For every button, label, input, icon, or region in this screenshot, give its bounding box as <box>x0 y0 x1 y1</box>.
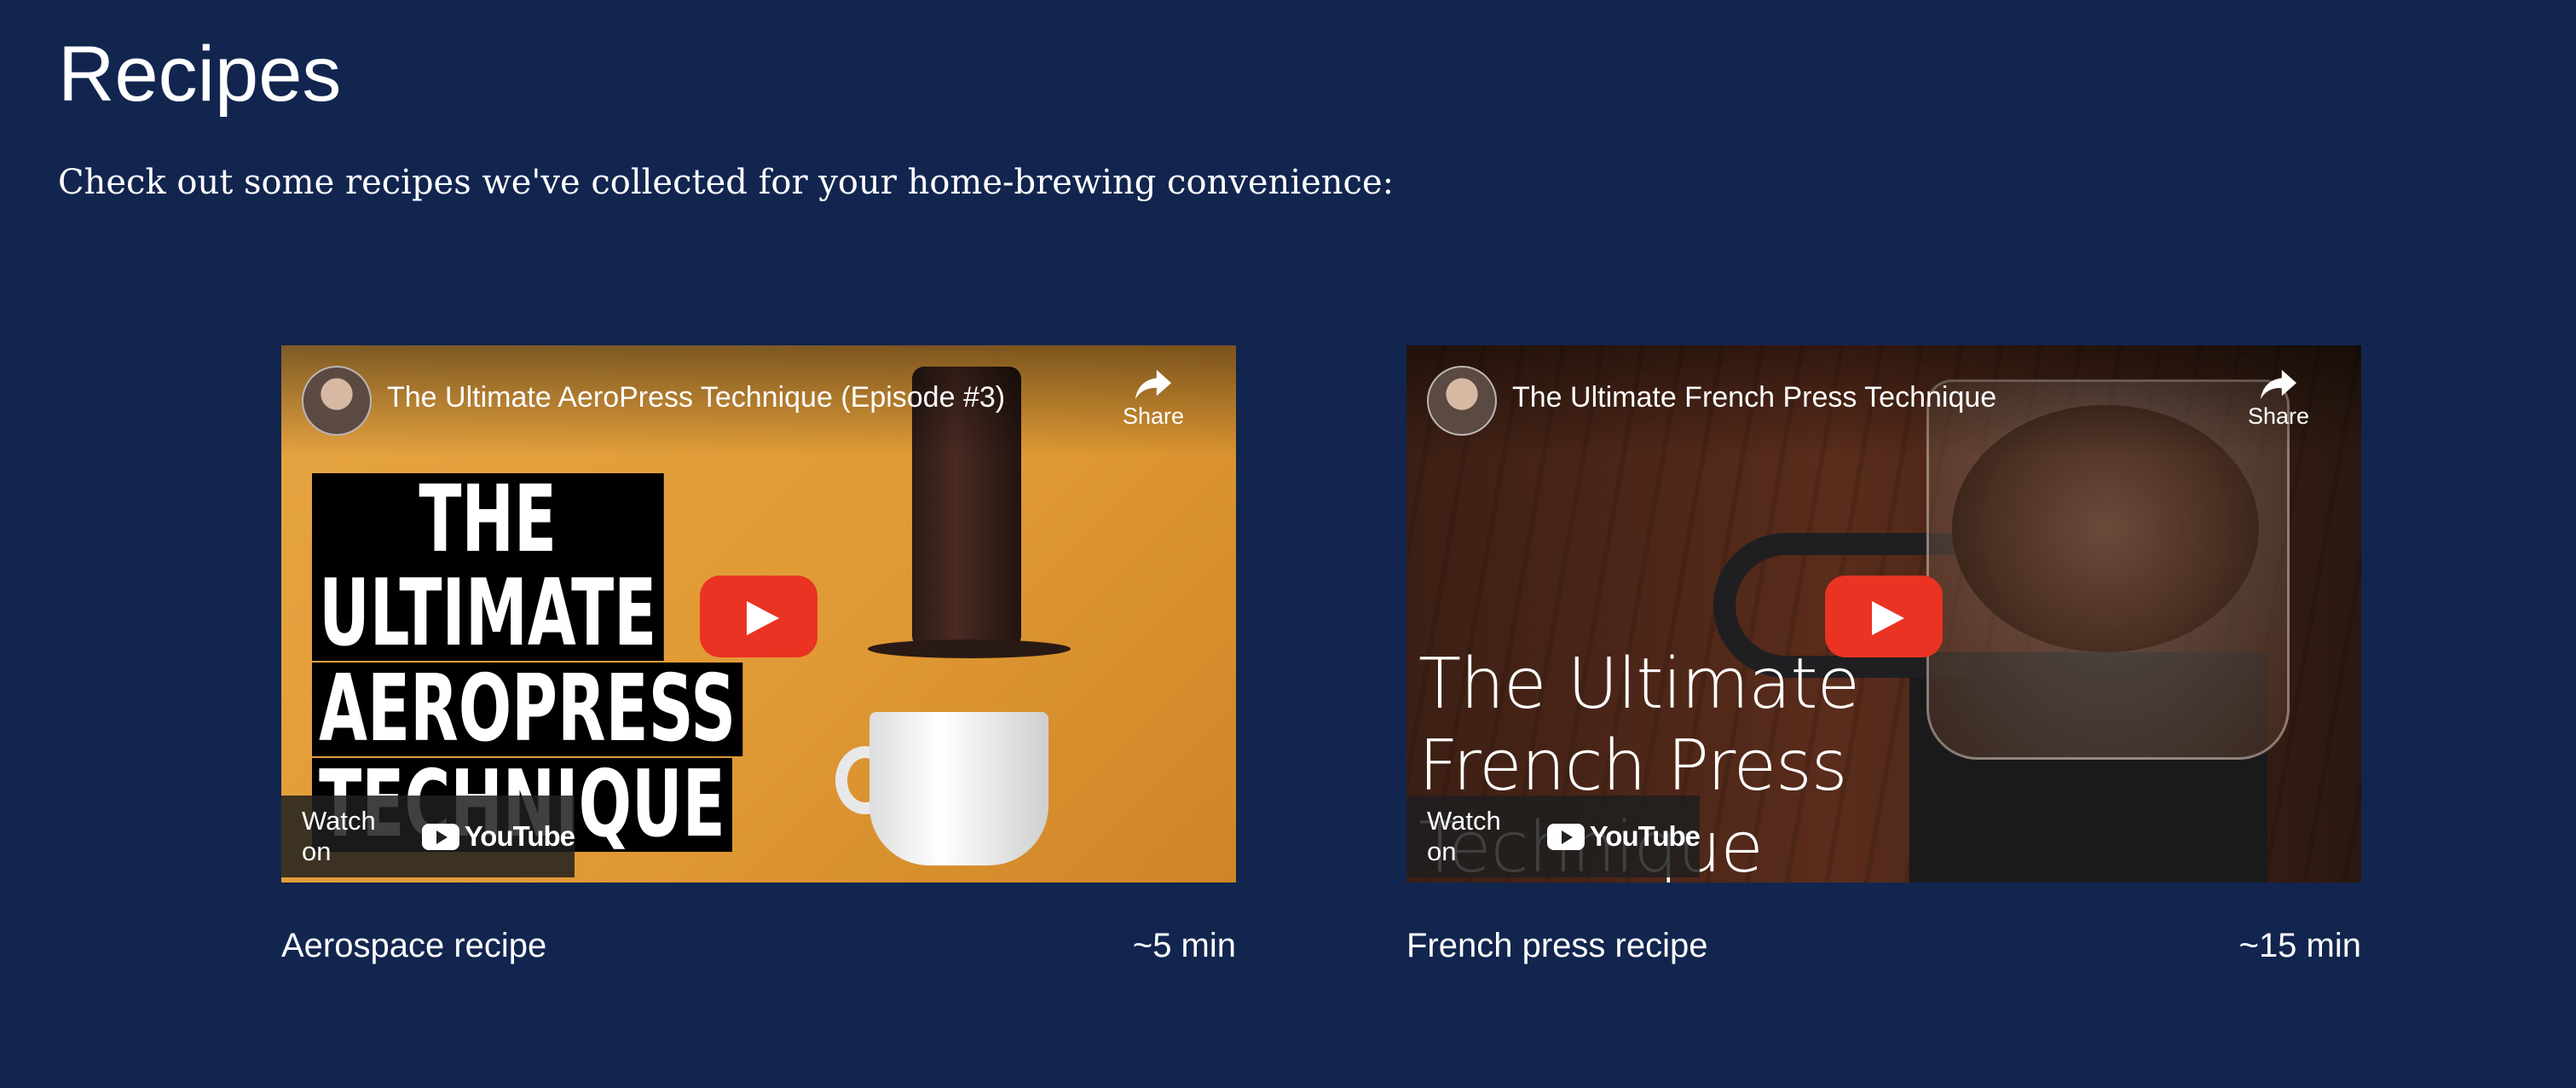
recipe-name: French press recipe <box>1406 927 1708 964</box>
video-title[interactable]: The Ultimate French Press Technique <box>1512 381 1996 414</box>
youtube-logo-icon: YouTube <box>421 820 575 853</box>
video-title[interactable]: The Ultimate AeroPress Technique (Episod… <box>387 381 1005 414</box>
share-label: Share <box>2247 403 2310 429</box>
recipe-caption: Aerospace recipe ~5 min <box>281 927 1236 965</box>
thumbnail-line: AEROPRESS <box>312 663 743 756</box>
thumbnail-cup <box>869 712 1048 865</box>
recipe-card-french-press: The Ultimate French Press Technique The … <box>1406 345 2361 965</box>
page-title: Recipes <box>58 31 342 118</box>
youtube-wordmark: YouTube <box>1589 820 1701 852</box>
channel-avatar[interactable] <box>302 366 372 436</box>
thumbnail-aeropress-base <box>868 639 1071 658</box>
intro-text: Check out some recipes we've collected f… <box>58 163 1395 202</box>
share-icon <box>2260 369 2297 400</box>
video-embed-french-press[interactable]: The Ultimate French Press Technique The … <box>1406 345 2361 883</box>
watch-on-label: Watch on <box>1427 806 1501 866</box>
watch-on-label: Watch on <box>302 806 376 866</box>
watch-on-youtube-button[interactable]: Watch on YouTube <box>1406 796 1701 877</box>
youtube-play-mark <box>421 823 459 850</box>
youtube-logo-icon: YouTube <box>1546 820 1701 853</box>
thumbnail-line: THE ULTIMATE <box>312 473 664 661</box>
share-icon <box>1135 369 1172 400</box>
watch-on-youtube-button[interactable]: Watch on YouTube <box>281 796 575 877</box>
video-embed-aeropress[interactable]: THE ULTIMATE AEROPRESS TECHNIQUE The Ult… <box>281 345 1236 883</box>
recipe-card-aeropress: THE ULTIMATE AEROPRESS TECHNIQUE The Ult… <box>281 345 1236 965</box>
recipe-duration: ~15 min <box>2238 927 2361 964</box>
play-icon[interactable] <box>700 576 817 657</box>
channel-avatar[interactable] <box>1427 366 1497 436</box>
play-icon[interactable] <box>1825 576 1943 657</box>
share-label: Share <box>1122 403 1185 429</box>
recipe-name: Aerospace recipe <box>281 927 547 964</box>
youtube-play-mark <box>1546 823 1585 850</box>
recipe-caption: French press recipe ~15 min <box>1406 927 2361 965</box>
share-button[interactable]: Share <box>2240 367 2317 430</box>
youtube-wordmark: YouTube <box>464 820 575 852</box>
share-button[interactable]: Share <box>1115 367 1192 430</box>
recipe-duration: ~5 min <box>1132 927 1236 964</box>
